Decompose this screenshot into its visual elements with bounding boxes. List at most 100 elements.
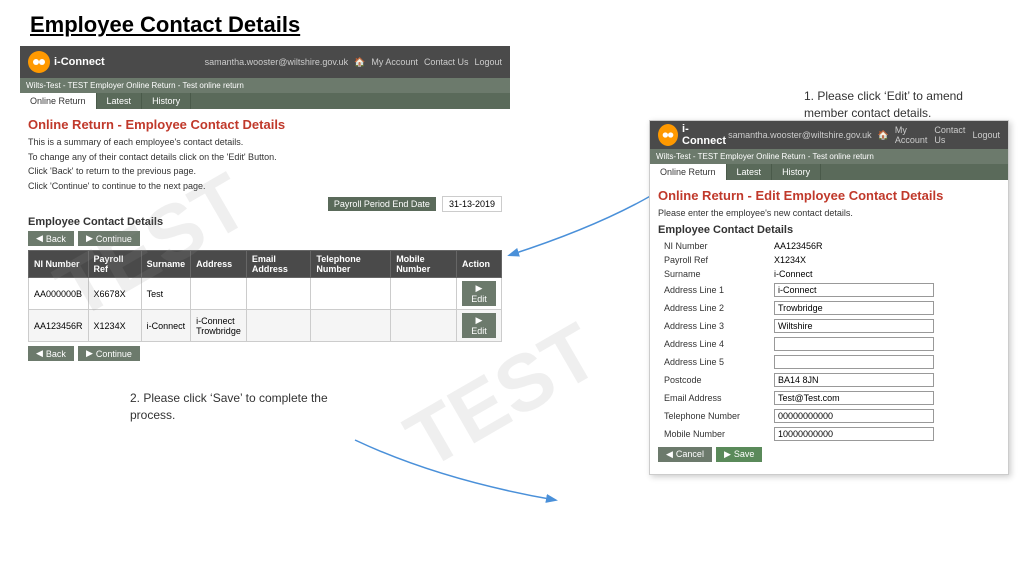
- field-label: Payroll Ref: [658, 253, 768, 267]
- edit-button-0[interactable]: ▶ Edit: [462, 281, 496, 306]
- right-logo: i-Connect: [658, 123, 728, 147]
- right-description: Please enter the employee's new contact …: [658, 207, 1000, 220]
- right-home-icon: 🏠: [878, 130, 889, 141]
- home-icon: 🏠: [354, 57, 365, 68]
- cell-email: [246, 278, 311, 310]
- form-row: Telephone Number: [658, 407, 1000, 425]
- field-value: i-Connect: [768, 267, 1000, 281]
- desc-1: This is a summary of each employee's con…: [28, 136, 502, 149]
- field-label: Telephone Number: [658, 407, 768, 425]
- desc-4: Click 'Continue' to continue to the next…: [28, 180, 502, 193]
- continue-button[interactable]: ▶ Continue: [78, 231, 140, 246]
- cell-action: ▶ Edit: [456, 278, 501, 310]
- nav-right: samantha.wooster@wiltshire.gov.uk 🏠 My A…: [205, 57, 502, 68]
- subsection-title: Employee Contact Details: [28, 216, 502, 228]
- field-input-cell: [768, 389, 1000, 407]
- field-label: Address Line 2: [658, 299, 768, 317]
- field-input-3[interactable]: [774, 283, 934, 297]
- form-row: Address Line 3: [658, 317, 1000, 335]
- cell-address: [191, 278, 247, 310]
- back-button[interactable]: ◀ Back: [28, 231, 74, 246]
- save-button[interactable]: ▶ Save: [716, 447, 762, 462]
- table-row: AA123456R X1234X i-Connect i-ConnectTrow…: [29, 310, 502, 342]
- right-logo-icon: [658, 124, 678, 146]
- col-surname: Surname: [141, 251, 191, 278]
- field-label: Postcode: [658, 371, 768, 389]
- cell-surname: i-Connect: [141, 310, 191, 342]
- field-input-8[interactable]: [774, 373, 934, 387]
- logo-icon: [28, 51, 50, 73]
- form-row: NI Number AA123456R: [658, 239, 1000, 253]
- cell-payroll: X1234X: [88, 310, 141, 342]
- form-row: Address Line 5: [658, 353, 1000, 371]
- field-input-10[interactable]: [774, 409, 934, 423]
- edit-button-1[interactable]: ▶ Edit: [462, 313, 496, 338]
- cell-mobile: [391, 310, 457, 342]
- field-input-4[interactable]: [774, 301, 934, 315]
- col-payroll: Payroll Ref: [88, 251, 141, 278]
- header: i-Connect samantha.wooster@wiltshire.gov…: [20, 46, 510, 78]
- btn-row-bottom: ◀ Back ▶ Continue: [28, 346, 502, 361]
- right-tab-latest[interactable]: Latest: [727, 164, 773, 180]
- form-row: Surname i-Connect: [658, 267, 1000, 281]
- col-email: Email Address: [246, 251, 311, 278]
- col-action: Action: [456, 251, 501, 278]
- logout-link[interactable]: Logout: [474, 57, 502, 67]
- field-input-cell: [768, 407, 1000, 425]
- field-input-6[interactable]: [774, 337, 934, 351]
- field-input-cell: [768, 335, 1000, 353]
- right-breadcrumb-text: Wilts-Test - TEST Employer Online Return…: [656, 152, 874, 161]
- tab-online-return[interactable]: Online Return: [20, 93, 97, 109]
- field-input-11[interactable]: [774, 427, 934, 441]
- right-tab-history[interactable]: History: [772, 164, 821, 180]
- my-account-link[interactable]: My Account: [371, 57, 418, 67]
- tab-history[interactable]: History: [142, 93, 191, 109]
- page-title: Employee Contact Details: [0, 0, 1024, 46]
- contact-us-link[interactable]: Contact Us: [424, 57, 469, 67]
- cancel-button[interactable]: ◀ Cancel: [658, 447, 712, 462]
- right-logo-text: i-Connect: [682, 123, 728, 147]
- right-my-account-link[interactable]: My Account: [895, 125, 929, 145]
- form-row: Postcode: [658, 371, 1000, 389]
- right-logout-link[interactable]: Logout: [972, 130, 1000, 140]
- right-tab-online-return[interactable]: Online Return: [650, 164, 727, 180]
- content-area: Online Return - Employee Contact Details…: [20, 109, 510, 373]
- logo-text: i-Connect: [54, 56, 105, 68]
- right-section-title: Online Return - Edit Employee Contact De…: [658, 188, 1000, 203]
- annotation-2: 2. Please click ‘Save’ to complete the p…: [130, 390, 360, 424]
- field-input-7[interactable]: [774, 355, 934, 369]
- right-nav-right: samantha.wooster@wiltshire.gov.uk 🏠 My A…: [728, 125, 1000, 145]
- payroll-period-row: Payroll Period End Date 31-13-2019: [28, 196, 502, 212]
- right-user-email: samantha.wooster@wiltshire.gov.uk: [728, 130, 872, 140]
- right-contact-us-link[interactable]: Contact Us: [934, 125, 966, 145]
- field-label: Address Line 5: [658, 353, 768, 371]
- field-label: NI Number: [658, 239, 768, 253]
- field-label: Address Line 1: [658, 281, 768, 299]
- right-breadcrumb: Wilts-Test - TEST Employer Online Return…: [650, 149, 1008, 164]
- back-button-2[interactable]: ◀ Back: [28, 346, 74, 361]
- tab-latest[interactable]: Latest: [97, 93, 143, 109]
- cell-ni: AA123456R: [29, 310, 89, 342]
- right-panel: i-Connect samantha.wooster@wiltshire.gov…: [649, 120, 1009, 475]
- desc-2: To change any of their contact details c…: [28, 151, 502, 164]
- continue-button-2[interactable]: ▶ Continue: [78, 346, 140, 361]
- field-input-cell: [768, 281, 1000, 299]
- cell-ni: AA000000B: [29, 278, 89, 310]
- nav-tabs: Online Return Latest History: [20, 93, 510, 109]
- field-input-5[interactable]: [774, 319, 934, 333]
- cell-tel: [311, 310, 391, 342]
- cell-mobile: [391, 278, 457, 310]
- right-nav-tabs: Online Return Latest History: [650, 164, 1008, 180]
- col-tel: Telephone Number: [311, 251, 391, 278]
- payroll-period-label: Payroll Period End Date: [328, 197, 436, 211]
- breadcrumb-bar: Wilts-Test - TEST Employer Online Return…: [20, 78, 510, 93]
- desc-3: Click 'Back' to return to the previous p…: [28, 165, 502, 178]
- field-input-9[interactable]: [774, 391, 934, 405]
- cell-email: [246, 310, 311, 342]
- field-label: Mobile Number: [658, 425, 768, 443]
- field-input-cell: [768, 317, 1000, 335]
- breadcrumb-text: Wilts-Test - TEST Employer Online Return…: [26, 81, 244, 90]
- field-input-cell: [768, 353, 1000, 371]
- form-row: Payroll Ref X1234X: [658, 253, 1000, 267]
- left-panel: i-Connect samantha.wooster@wiltshire.gov…: [20, 46, 510, 373]
